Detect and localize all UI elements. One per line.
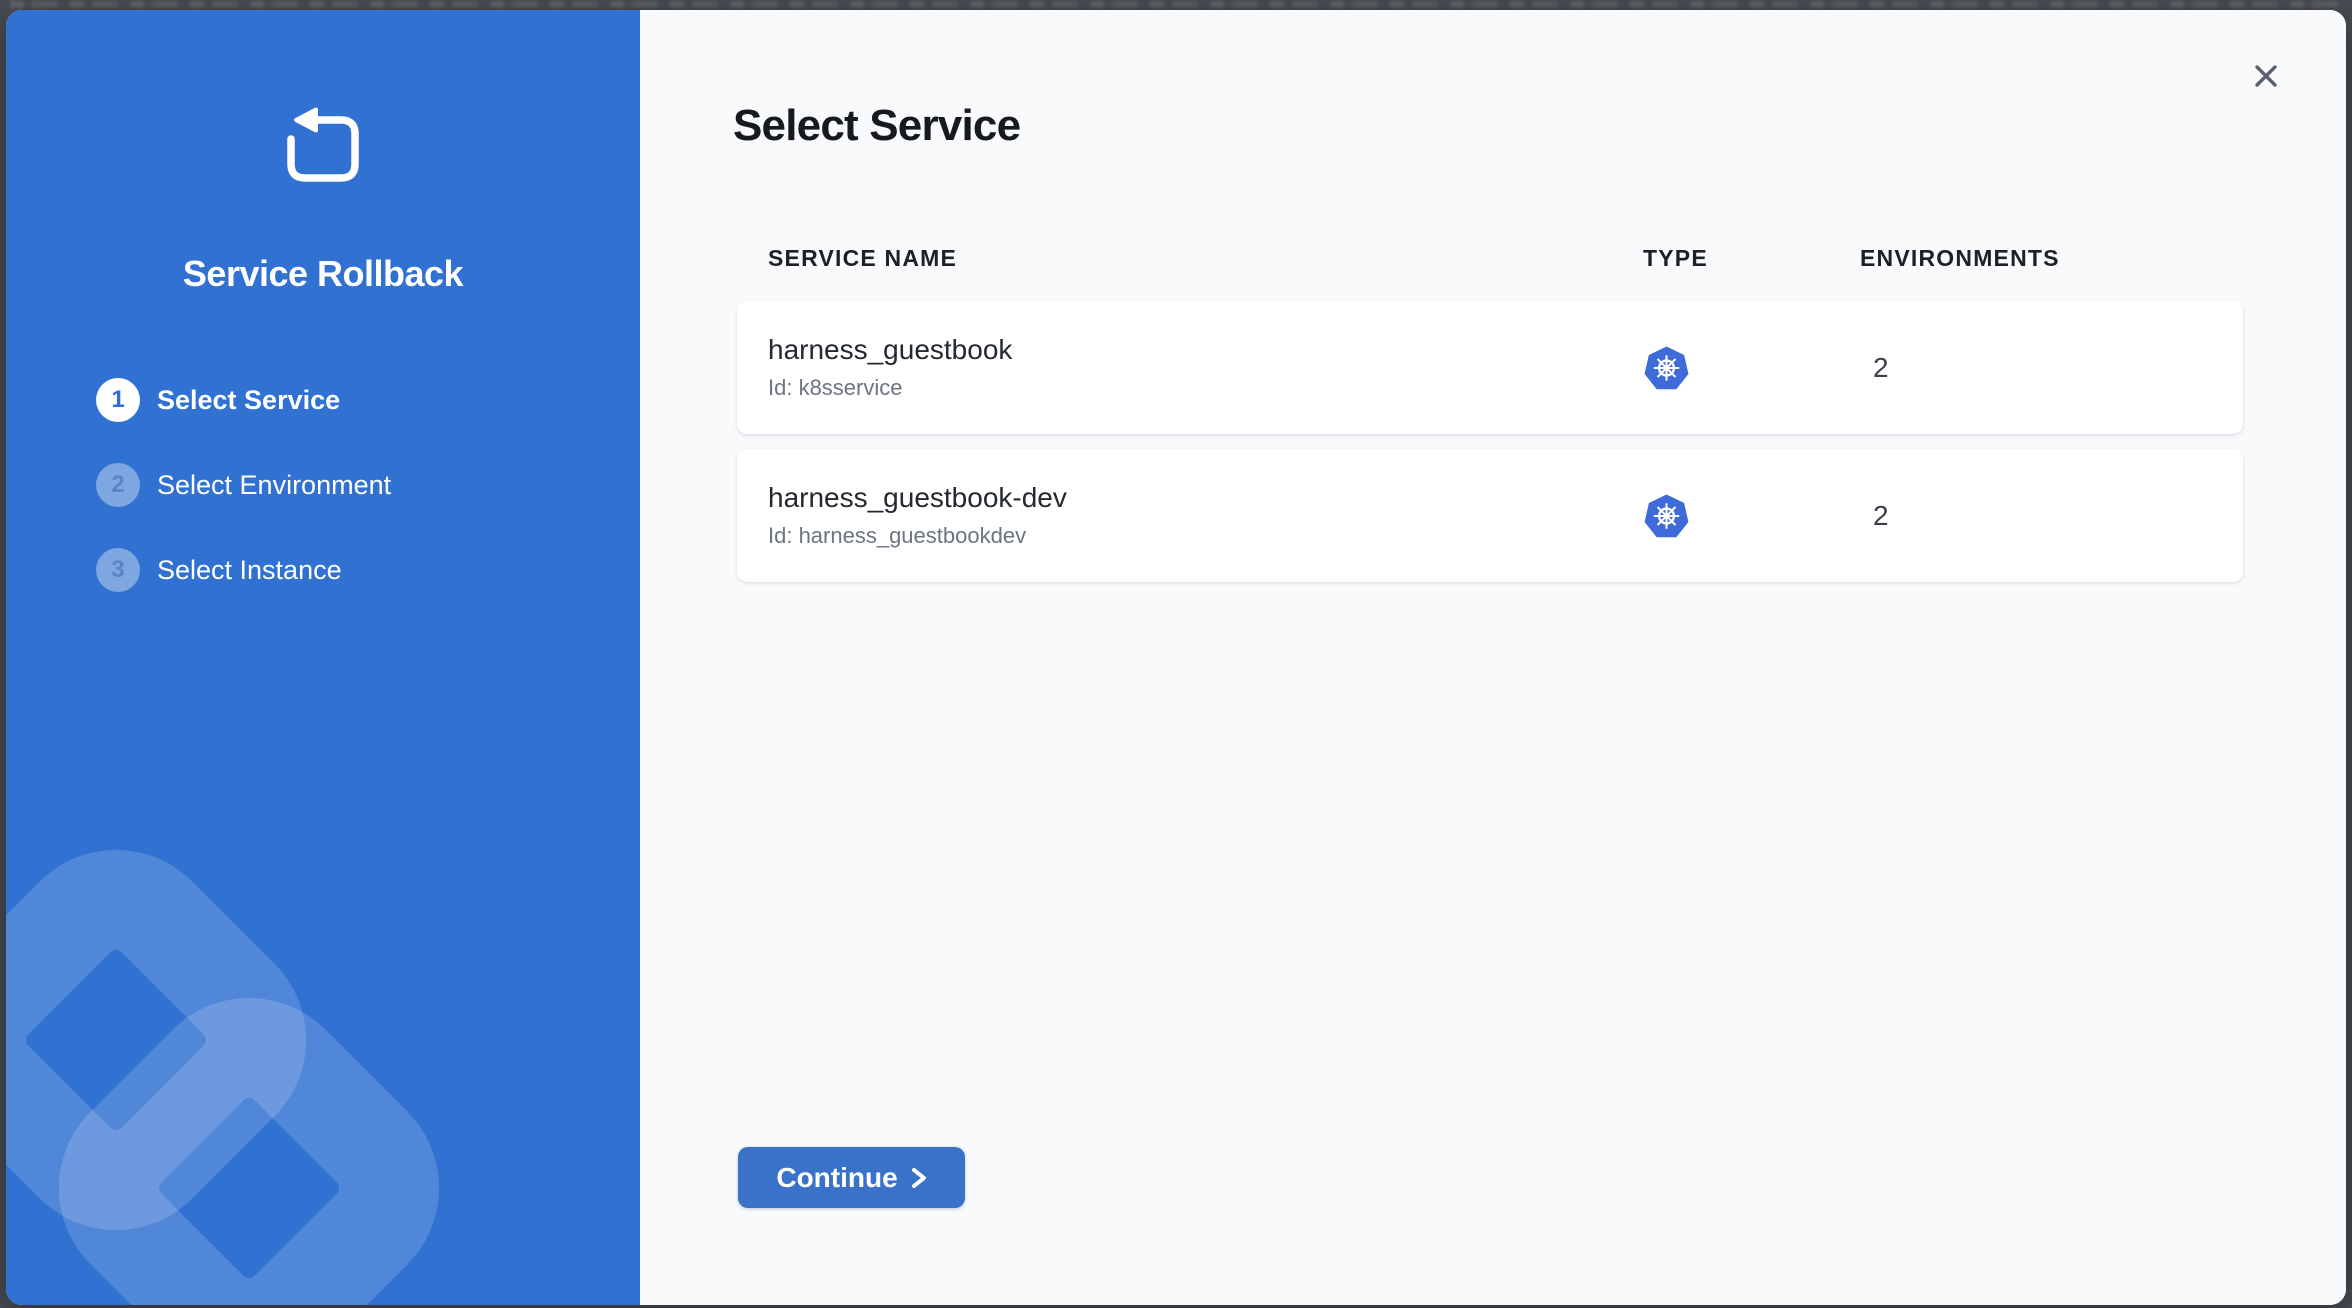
harness-logo-watermark	[6, 10, 640, 1305]
service-type-cell	[1643, 493, 1860, 539]
service-list: harness_guestbook Id: k8sservice	[737, 301, 2243, 582]
step-number-badge: 1	[96, 378, 140, 422]
service-id: Id: harness_guestbookdev	[768, 523, 1643, 549]
column-header-service-name: SERVICE NAME	[768, 245, 1643, 272]
table-row-harness-guestbook-dev[interactable]: harness_guestbook-dev Id: harness_guestb…	[737, 449, 2243, 582]
step-number-badge: 2	[96, 463, 140, 507]
service-name: harness_guestbook	[768, 334, 1643, 366]
step-label: Select Instance	[157, 555, 342, 586]
column-header-environments: ENVIRONMENTS	[1860, 245, 2243, 272]
dimmed-background-page	[10, 1, 2342, 8]
page-title: Select Service	[733, 101, 1020, 151]
environments-count: 2	[1860, 500, 2243, 532]
service-id: Id: k8sservice	[768, 375, 1643, 401]
continue-button-label: Continue	[776, 1162, 897, 1194]
service-name: harness_guestbook-dev	[768, 482, 1643, 514]
service-type-cell	[1643, 345, 1860, 391]
service-name-cell: harness_guestbook Id: k8sservice	[768, 334, 1643, 401]
service-name-cell: harness_guestbook-dev Id: harness_guestb…	[768, 482, 1643, 549]
step-select-service[interactable]: 1 Select Service	[96, 378, 610, 422]
step-label: Select Environment	[157, 470, 391, 501]
wizard-title: Service Rollback	[6, 253, 640, 295]
step-label: Select Service	[157, 385, 340, 416]
service-rollback-dialog: Service Rollback 1 Select Service 2 Sele…	[6, 10, 2346, 1305]
chevron-right-icon	[911, 1166, 927, 1190]
wizard-sidebar: Service Rollback 1 Select Service 2 Sele…	[6, 10, 640, 1305]
table-header: SERVICE NAME TYPE ENVIRONMENTS	[737, 245, 2243, 272]
rollback-loop-icon	[281, 106, 365, 186]
step-number-badge: 3	[96, 548, 140, 592]
step-select-instance[interactable]: 3 Select Instance	[96, 548, 610, 592]
environments-count: 2	[1860, 352, 2243, 384]
close-button[interactable]	[2244, 54, 2288, 98]
close-icon	[2252, 62, 2280, 90]
select-service-panel: Select Service SERVICE NAME TYPE ENVIRON…	[640, 10, 2346, 1305]
step-select-environment[interactable]: 2 Select Environment	[96, 463, 610, 507]
column-header-type: TYPE	[1643, 245, 1860, 272]
table-row-harness-guestbook[interactable]: harness_guestbook Id: k8sservice	[737, 301, 2243, 434]
continue-button[interactable]: Continue	[738, 1147, 965, 1208]
kubernetes-icon	[1643, 493, 1690, 539]
kubernetes-icon	[1643, 345, 1690, 391]
wizard-steps: 1 Select Service 2 Select Environment 3 …	[96, 378, 610, 592]
